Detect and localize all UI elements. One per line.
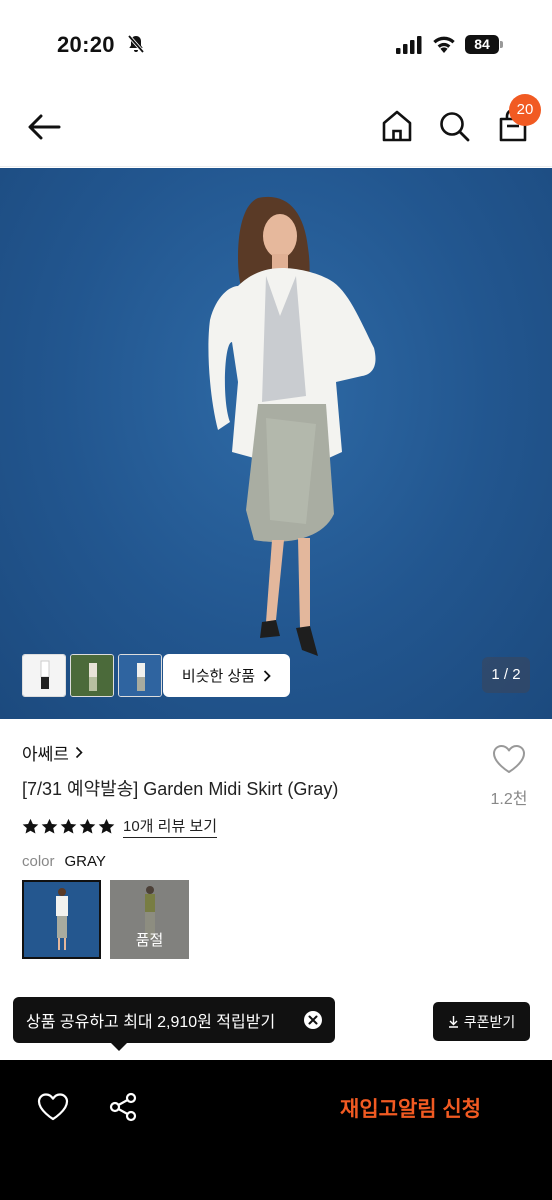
- chevron-right-icon: [263, 669, 271, 682]
- chevron-right-icon: [75, 746, 83, 759]
- star-rating: [22, 818, 115, 835]
- swatch-sold-out[interactable]: 품절: [110, 880, 189, 959]
- color-value: GRAY: [64, 853, 106, 870]
- sold-out-label: 품절: [135, 932, 164, 949]
- tooltip-text: 상품 공유하고 최대 2,910원 적립받기: [26, 1014, 276, 1031]
- thumbnail-3[interactable]: [118, 654, 162, 697]
- app-header: [0, 90, 552, 167]
- heart-icon[interactable]: [37, 1092, 69, 1122]
- wifi-icon: [433, 36, 455, 53]
- brand-link[interactable]: 아쎄르: [22, 740, 83, 765]
- color-label: color: [22, 853, 55, 870]
- like-button[interactable]: 1.2천: [486, 744, 532, 809]
- status-time: 20:20: [57, 32, 115, 57]
- color-swatches: 품절: [22, 880, 189, 959]
- gallery-thumbnails: [22, 654, 162, 697]
- download-icon: [448, 1016, 458, 1028]
- share-reward-tooltip: 상품 공유하고 최대 2,910원 적립받기: [13, 997, 335, 1043]
- similar-products-label: 비슷한 상품: [181, 668, 256, 685]
- search-icon[interactable]: [438, 110, 470, 142]
- star-icon: [98, 818, 115, 834]
- bell-off-icon: [127, 34, 145, 54]
- swatch-gray[interactable]: [22, 880, 101, 959]
- restock-alert-button[interactable]: 재입고알림 신청: [340, 1093, 481, 1123]
- close-circle-icon[interactable]: [303, 1010, 323, 1030]
- review-link[interactable]: 10개 리뷰 보기: [123, 815, 218, 838]
- like-count: 1.2천: [490, 791, 528, 808]
- image-page-indicator: 1 / 2: [482, 657, 530, 693]
- star-icon: [22, 818, 39, 834]
- similar-products-button[interactable]: 비슷한 상품: [163, 654, 290, 697]
- thumbnail-2[interactable]: [70, 654, 114, 697]
- signal-icon: [396, 36, 422, 54]
- product-title: [7/31 예약발송] Garden Midi Skirt (Gray): [22, 779, 339, 799]
- star-icon: [79, 818, 96, 834]
- share-icon[interactable]: [108, 1092, 138, 1122]
- coupon-button[interactable]: 쿠폰받기: [433, 1002, 530, 1041]
- rating-row: 10개 리뷰 보기: [22, 815, 218, 838]
- thumbnail-1[interactable]: [22, 654, 66, 697]
- back-arrow-icon[interactable]: [26, 112, 62, 142]
- bottom-action-bar: 재입고알림 신청: [0, 1060, 552, 1200]
- heart-icon: [493, 745, 525, 773]
- color-row: color GRAY: [22, 853, 106, 870]
- coupon-label: 쿠폰받기: [463, 1013, 516, 1030]
- cart-count-badge: 20: [509, 94, 541, 126]
- model-photo: [208, 196, 376, 656]
- status-bar: 20:20 84: [0, 0, 552, 90]
- brand-name: 아쎄르: [22, 745, 69, 764]
- battery-icon: 84: [465, 35, 503, 54]
- star-icon: [41, 818, 58, 834]
- home-icon[interactable]: [381, 109, 413, 143]
- tooltip-tail: [110, 1042, 128, 1051]
- star-icon: [60, 818, 77, 834]
- product-image[interactable]: 비슷한 상품 1 / 2: [0, 168, 552, 719]
- battery-level: 84: [465, 35, 499, 54]
